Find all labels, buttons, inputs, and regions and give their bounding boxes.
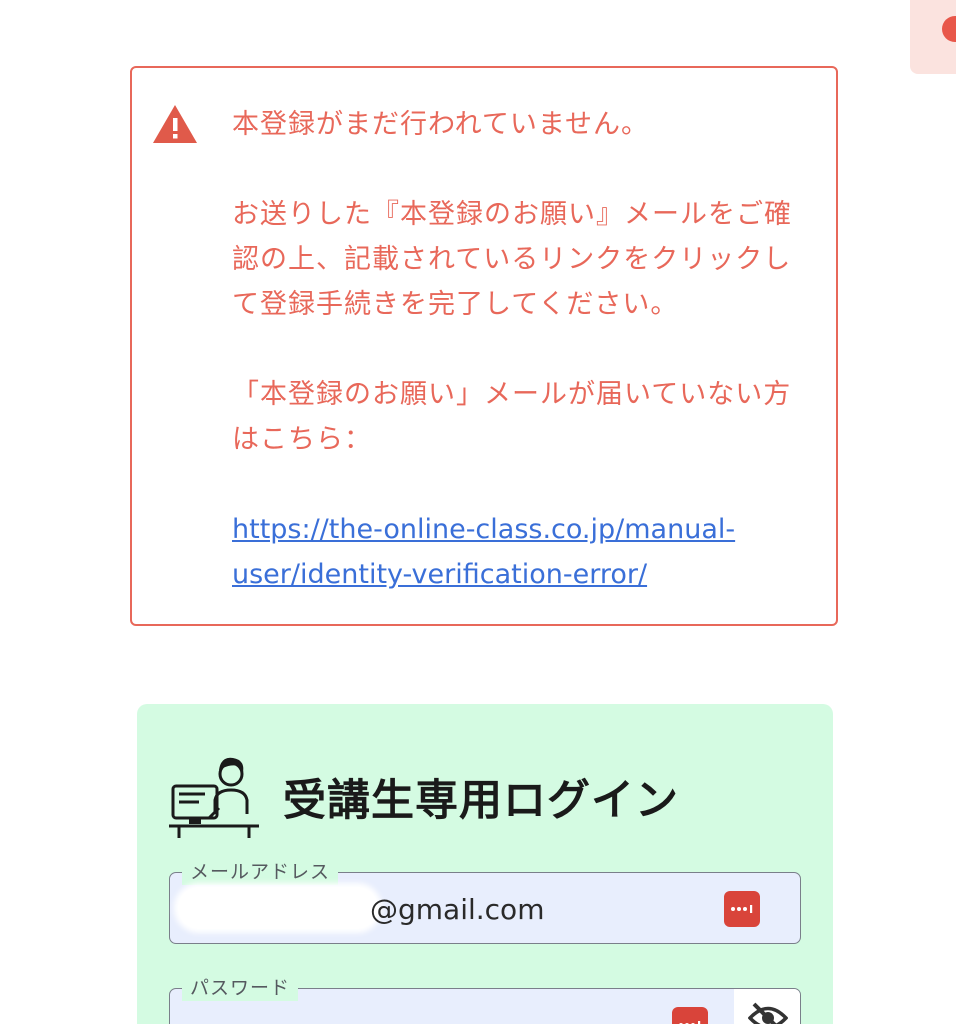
page: 本登録がまだ行われていません。 お送りした『本登録のお願い』メールをご確認の上、… [0,0,956,1024]
warning-triangle-icon [153,105,197,143]
eye-slash-icon [748,1002,788,1024]
notification-toast[interactable] [910,0,956,74]
email-label: メールアドレス [182,859,339,885]
identity-verification-link[interactable]: https://the-online-class.co.jp/manual-us… [232,514,735,590]
login-card: 受講生専用ログイン メールアドレス @gmail.com パスワード [137,704,833,1024]
password-field[interactable]: パスワード [169,975,801,1024]
notification-dot-icon [942,16,956,42]
student-at-computer-icon [169,757,259,838]
login-title: 受講生専用ログイン [283,776,679,826]
password-manager-icon[interactable] [672,1007,708,1024]
email-value[interactable]: @gmail.com [370,893,544,926]
alert-line-1: 本登録がまだ行われていません。 [232,109,650,140]
verification-error-alert: 本登録がまだ行われていません。 お送りした『本登録のお願い』メールをご確認の上、… [130,66,838,626]
email-field[interactable]: メールアドレス @gmail.com [169,859,801,944]
alert-message: 本登録がまだ行われていません。 お送りした『本登録のお願い』メールをご確認の上、… [232,102,812,597]
alert-line-3: 「本登録のお願い」メールが届いていない方はこちら： [232,379,792,455]
password-manager-icon[interactable] [724,891,760,927]
alert-line-2: お送りした『本登録のお願い』メールをご確認の上、記載されているリンクをクリックし… [232,199,792,320]
password-label: パスワード [182,975,299,1001]
password-visibility-toggle[interactable] [734,989,800,1024]
redacted-email-part [178,887,378,929]
